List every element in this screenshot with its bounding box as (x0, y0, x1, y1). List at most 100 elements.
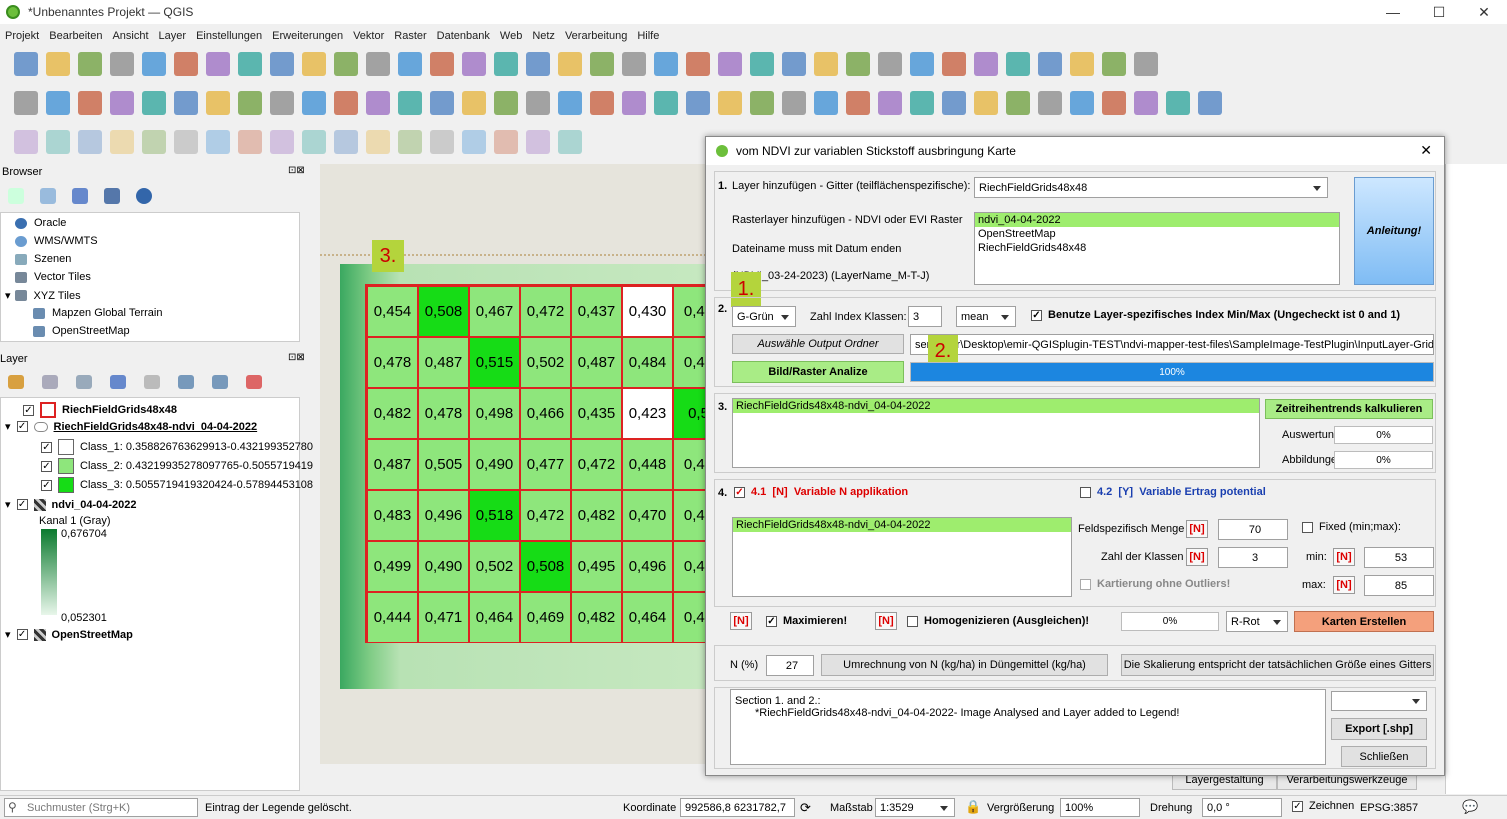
remove-layer-icon[interactable] (246, 375, 262, 389)
toolbar-icon[interactable] (1134, 52, 1158, 76)
toolbar-icon[interactable] (334, 91, 358, 115)
menu-hilfe[interactable]: Hilfe (632, 30, 664, 42)
menu-ansicht[interactable]: Ansicht (107, 30, 153, 42)
toolbar-icon[interactable] (174, 130, 198, 154)
select-output-folder-button[interactable]: Auswähle Output Ordner (732, 334, 904, 354)
render-option[interactable]: ✓ Zeichnen (1292, 800, 1354, 812)
browser-item-xyz[interactable]: ▾ XYZ Tiles (5, 289, 81, 303)
toolbar-icon[interactable] (590, 91, 614, 115)
close-dialog-button[interactable]: Schließen (1341, 746, 1427, 767)
expand-all-icon[interactable] (178, 375, 194, 389)
dialog-close-icon[interactable]: ✕ (1420, 142, 1432, 159)
toolbar-icon[interactable] (206, 52, 230, 76)
toolbar-icon[interactable] (270, 91, 294, 115)
homogen-option[interactable]: Homogenizieren (Ausgleichen)! (907, 615, 1089, 627)
map-canvas[interactable]: 3. 0,4540,5080,4670,4720,4370,4300,430,4… (320, 164, 706, 764)
layer-checkbox[interactable]: ✓ (16, 499, 28, 510)
legend-class-1[interactable]: ✓ Class_1: 0.358826763629913-0.4321993527… (41, 439, 313, 455)
toolbar-icon[interactable] (622, 91, 646, 115)
toolbar-icon[interactable] (334, 52, 358, 76)
grid-layer-select[interactable]: RiechFieldGrids48x48 (974, 177, 1328, 198)
toolbar-icon[interactable] (1102, 91, 1126, 115)
toolbar-icon[interactable] (910, 91, 934, 115)
scale-select[interactable]: 1:3529 (875, 798, 955, 817)
browser-item-mapzen[interactable]: Mapzen Global Terrain (33, 307, 162, 319)
toolbar-icon[interactable] (750, 91, 774, 115)
maximize-button[interactable]: ☐ (1416, 0, 1462, 24)
homogen-checkbox[interactable] (907, 615, 918, 627)
menu-vektor[interactable]: Vektor (348, 30, 389, 42)
list-item[interactable]: RiechFieldGrids48x48-ndvi_04-04-2022 (733, 399, 1259, 413)
visibility-icon[interactable] (76, 375, 92, 389)
extent-icon[interactable]: ⟳ (800, 800, 811, 816)
color-scheme-select[interactable]: G-Grün (732, 306, 796, 327)
browser-item-wms[interactable]: WMS/WMTS (15, 235, 98, 247)
toolbar-icon[interactable] (462, 52, 486, 76)
variable-n-checkbox[interactable]: ✓ (734, 486, 745, 498)
toolbar-icon[interactable] (110, 52, 134, 76)
export-format-select[interactable] (1331, 691, 1427, 711)
toolbar-icon[interactable] (110, 91, 134, 115)
toolbar-icon[interactable] (398, 91, 422, 115)
variable-yield-checkbox[interactable] (1080, 486, 1091, 498)
toolbar-icon[interactable] (1070, 52, 1094, 76)
layer-item-grids[interactable]: ✓ RiechFieldGrids48x48 (23, 402, 177, 418)
toolbar-icon[interactable] (206, 91, 230, 115)
fixed-checkbox[interactable] (1302, 521, 1313, 533)
menu-raster[interactable]: Raster (389, 30, 431, 42)
crs-label[interactable]: EPSG:3857 (1360, 802, 1418, 814)
toolbar-icon[interactable] (46, 91, 70, 115)
toolbar-icon[interactable] (974, 91, 998, 115)
messages-icon[interactable]: 💬 (1462, 799, 1478, 815)
toolbar-icon[interactable] (846, 52, 870, 76)
toolbar-icon[interactable] (302, 52, 326, 76)
toolbar-icon[interactable] (1038, 52, 1062, 76)
toolbar-icon[interactable] (14, 130, 38, 154)
klassen-input[interactable]: 3 (1218, 547, 1288, 568)
analyze-raster-button[interactable]: Bild/Raster Analize (732, 361, 904, 383)
toolbar-icon[interactable] (302, 91, 326, 115)
trend-layer-list[interactable]: RiechFieldGrids48x48-ndvi_04-04-2022 (732, 398, 1260, 468)
index-classes-input[interactable]: 3 (908, 306, 942, 327)
n-conversion-button[interactable]: Umrechnung von N (kg/ha) in Düngemittel … (821, 654, 1108, 676)
toolbar-icon[interactable] (46, 52, 70, 76)
toolbar-icon[interactable] (430, 52, 454, 76)
toolbar-icon[interactable] (142, 91, 166, 115)
variable-n-option[interactable]: ✓ 4.1 [N] Variable N applikation (734, 486, 908, 498)
layer-checkbox[interactable]: ✓ (16, 421, 28, 432)
filter-icon[interactable] (72, 188, 88, 204)
toolbar-icon[interactable] (622, 52, 646, 76)
toolbar-icon[interactable] (366, 52, 390, 76)
toolbar-icon[interactable] (142, 52, 166, 76)
toolbar-icon[interactable] (142, 130, 166, 154)
n-layer-list[interactable]: RiechFieldGrids48x48-ndvi_04-04-2022 (732, 517, 1072, 597)
collapse-all-icon[interactable] (212, 375, 228, 389)
toolbar-icon[interactable] (238, 130, 262, 154)
expression-icon[interactable] (144, 375, 160, 389)
menu-datenbank[interactable]: Datenbank (432, 30, 495, 42)
color-ramp-select[interactable]: R-Rot (1226, 611, 1288, 632)
toolbar-icon[interactable] (750, 52, 774, 76)
variable-yield-option[interactable]: 4.2 [Y] Variable Ertrag potential (1080, 486, 1266, 498)
ohne-outliers-option[interactable]: Kartierung ohne Outliers! (1080, 578, 1230, 590)
toolbar-icon[interactable] (942, 91, 966, 115)
menu-verarbeitung[interactable]: Verarbeitung (560, 30, 632, 42)
list-item[interactable]: ndvi_04-04-2022 (975, 213, 1339, 227)
toolbar-icon[interactable] (14, 91, 38, 115)
list-item[interactable]: OpenStreetMap (975, 227, 1339, 241)
n-percent-input[interactable]: 27 (766, 655, 814, 676)
render-checkbox[interactable]: ✓ (1292, 800, 1303, 812)
zoom-input[interactable]: 100% (1060, 798, 1140, 817)
class-checkbox[interactable]: ✓ (41, 441, 52, 453)
toolbar-icon[interactable] (654, 52, 678, 76)
minimize-button[interactable]: — (1370, 0, 1416, 24)
menu-bearbeiten[interactable]: Bearbeiten (44, 30, 107, 42)
toolbar-icon[interactable] (238, 91, 262, 115)
list-item[interactable]: RiechFieldGrids48x48 (975, 241, 1339, 255)
export-shp-button[interactable]: Export [.shp] (1331, 718, 1427, 740)
info-icon[interactable] (136, 188, 152, 204)
toolbar-icon[interactable] (1070, 91, 1094, 115)
toolbar-icon[interactable] (46, 130, 70, 154)
toolbar-icon[interactable] (494, 52, 518, 76)
toolbar-icon[interactable] (174, 52, 198, 76)
